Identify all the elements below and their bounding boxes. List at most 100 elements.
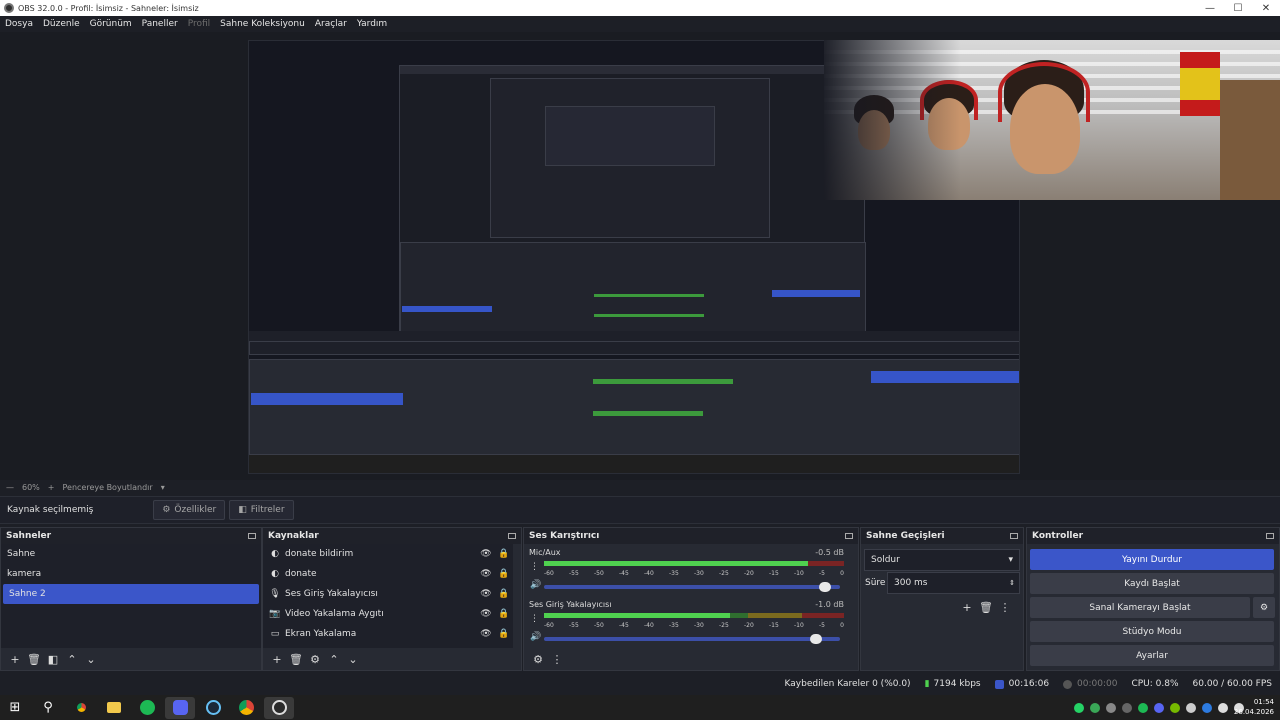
add-source-button[interactable]: + bbox=[268, 653, 286, 666]
scene-filters-icon[interactable]: ◧ bbox=[44, 653, 62, 666]
chrome-icon[interactable] bbox=[66, 697, 96, 719]
undock-icon[interactable] bbox=[1010, 533, 1018, 539]
kebab-menu-icon[interactable]: ⋮ bbox=[530, 562, 539, 572]
kebab-menu-icon[interactable]: ⋮ bbox=[996, 601, 1014, 614]
scene-item-sahne[interactable]: Sahne bbox=[1, 544, 261, 564]
menu-profile[interactable]: Profil bbox=[188, 19, 210, 29]
settings-button[interactable]: Ayarlar bbox=[1030, 645, 1274, 666]
speaker-icon[interactable]: 🔊 bbox=[530, 632, 541, 642]
minimize-button[interactable]: — bbox=[1196, 3, 1224, 14]
discord-icon[interactable] bbox=[165, 696, 195, 719]
advanced-audio-icon[interactable]: ⚙ bbox=[529, 653, 547, 666]
menu-scene-collection[interactable]: Sahne Koleksiyonu bbox=[220, 19, 305, 29]
trash-icon[interactable]: 🗑 bbox=[287, 653, 305, 666]
spotify-icon[interactable] bbox=[1138, 702, 1148, 713]
meter-ticks: -60 -55 -50 -45 -40 -35 -30 -25 -20 -15 -10 -5 0 bbox=[544, 570, 844, 578]
kebab-menu-icon[interactable]: ⋮ bbox=[530, 614, 539, 624]
steam-icon[interactable] bbox=[198, 697, 228, 719]
spotify-icon[interactable] bbox=[132, 697, 162, 719]
spin-icon[interactable]: ⇕ bbox=[1009, 579, 1015, 587]
volume-slider[interactable] bbox=[544, 634, 840, 644]
eye-icon[interactable]: 👁 bbox=[477, 589, 495, 599]
menu-edit[interactable]: Düzenle bbox=[43, 19, 80, 29]
move-up-icon[interactable]: ⌃ bbox=[325, 653, 343, 666]
volume-knob[interactable] bbox=[810, 634, 823, 644]
source-name: Ekran Yakalama bbox=[285, 629, 357, 639]
gear-icon: ⚙ bbox=[1259, 602, 1269, 613]
close-button[interactable]: ✕ bbox=[1252, 3, 1280, 14]
eye-icon[interactable]: 👁 bbox=[477, 549, 495, 559]
gear-icon[interactable]: ⚙ bbox=[306, 653, 324, 666]
eye-icon[interactable]: 👁 bbox=[477, 629, 495, 639]
obs-taskbar-icon[interactable] bbox=[264, 696, 294, 719]
volume-slider[interactable] bbox=[544, 582, 840, 592]
lock-icon[interactable]: 🔒 bbox=[495, 629, 513, 639]
nvidia-icon[interactable] bbox=[1170, 702, 1180, 713]
undock-icon[interactable] bbox=[508, 533, 516, 539]
source-item[interactable]: ◐ donate bildirim 👁 🔒 bbox=[263, 544, 513, 564]
sources-list: ◐ donate bildirim 👁 🔒 ◐ donate 👁 🔒 🎙 Ses Giriş … bbox=[263, 544, 513, 648]
source-item[interactable]: 🎙 Ses Giriş Yakalayıcısı 👁 🔒 bbox=[263, 584, 513, 604]
menu-tools[interactable]: Araçlar bbox=[315, 19, 347, 29]
controls-dock: Kontroller Yayını Durdur Kaydı Başlat Sa… bbox=[1026, 527, 1280, 671]
menu-docks[interactable]: Paneller bbox=[142, 19, 178, 29]
maximize-button[interactable]: ☐ bbox=[1224, 3, 1252, 14]
system-tray bbox=[1074, 695, 1250, 720]
taskbar-clock[interactable]: 01:54 26.04.2026 bbox=[1234, 697, 1274, 717]
zoom-out-button[interactable]: — bbox=[6, 483, 14, 492]
undock-icon[interactable] bbox=[1266, 533, 1274, 539]
tray-app-icon[interactable] bbox=[1090, 702, 1100, 713]
search-icon[interactable]: ⚲ bbox=[33, 697, 63, 719]
lock-icon[interactable]: 🔒 bbox=[495, 589, 513, 599]
menu-help[interactable]: Yardım bbox=[357, 19, 387, 29]
move-down-icon[interactable]: ⌄ bbox=[344, 653, 362, 666]
tray-app-icon[interactable] bbox=[1106, 702, 1116, 713]
transition-select[interactable]: Soldur ▾ bbox=[864, 549, 1020, 571]
obs-tray-icon[interactable] bbox=[1186, 702, 1196, 713]
filters-button[interactable]: ◧ Filtreler bbox=[229, 500, 294, 520]
duration-input[interactable]: 300 ms ⇕ bbox=[887, 572, 1020, 594]
bluetooth-icon[interactable] bbox=[1202, 702, 1212, 713]
whatsapp-icon[interactable] bbox=[1074, 702, 1084, 713]
discord-icon[interactable] bbox=[1154, 702, 1164, 713]
start-recording-button[interactable]: Kaydı Başlat bbox=[1030, 573, 1274, 594]
move-down-icon[interactable]: ⌄ bbox=[82, 653, 100, 666]
chevron-down-icon[interactable]: ▾ bbox=[161, 483, 165, 492]
kebab-menu-icon[interactable]: ⋮ bbox=[548, 653, 566, 666]
lock-icon[interactable]: 🔒 bbox=[495, 549, 513, 559]
lock-icon[interactable]: 🔒 bbox=[495, 609, 513, 619]
scene-item-sahne-2[interactable]: Sahne 2 bbox=[3, 584, 259, 604]
windows-start-icon[interactable]: ⊞ bbox=[0, 697, 30, 719]
source-item[interactable]: ▭ Ekran Yakalama 👁 🔒 bbox=[263, 624, 513, 644]
trash-icon[interactable]: 🗑 bbox=[977, 601, 995, 614]
zoom-value: 60% bbox=[22, 482, 40, 492]
menu-file[interactable]: Dosya bbox=[5, 19, 33, 29]
duration-label: Süre bbox=[865, 578, 886, 588]
move-up-icon[interactable]: ⌃ bbox=[63, 653, 81, 666]
eye-icon[interactable]: 👁 bbox=[477, 569, 495, 579]
studio-mode-button[interactable]: Stüdyo Modu bbox=[1030, 621, 1274, 642]
undock-icon[interactable] bbox=[845, 533, 853, 539]
volume-knob[interactable] bbox=[819, 582, 832, 592]
lock-icon[interactable]: 🔒 bbox=[495, 569, 513, 579]
properties-button[interactable]: ⚙ Özellikler bbox=[153, 500, 226, 520]
menu-view[interactable]: Görünüm bbox=[90, 19, 132, 29]
source-item[interactable]: ◐ donate 👁 🔒 bbox=[263, 564, 513, 584]
network-icon[interactable] bbox=[1218, 702, 1228, 713]
zoom-in-button[interactable]: + bbox=[48, 483, 55, 492]
speaker-icon[interactable]: 🔊 bbox=[530, 580, 541, 590]
tray-app-icon[interactable] bbox=[1122, 702, 1132, 713]
chrome-profile-icon[interactable] bbox=[231, 697, 261, 719]
fit-to-window-label[interactable]: Pencereye Boyutlandır bbox=[62, 483, 152, 492]
source-item[interactable]: 📷 Video Yakalama Aygıtı 👁 🔒 bbox=[263, 604, 513, 624]
virtual-camera-settings-button[interactable]: ⚙ bbox=[1253, 597, 1275, 618]
stop-stream-button[interactable]: Yayını Durdur bbox=[1030, 549, 1274, 570]
add-scene-button[interactable]: + bbox=[6, 653, 24, 666]
file-explorer-icon[interactable] bbox=[99, 697, 129, 719]
trash-icon[interactable]: 🗑 bbox=[25, 653, 43, 666]
undock-icon[interactable] bbox=[248, 533, 256, 539]
scene-item-kamera[interactable]: kamera bbox=[1, 564, 261, 584]
start-virtual-camera-button[interactable]: Sanal Kamerayı Başlat bbox=[1030, 597, 1250, 618]
add-transition-button[interactable]: + bbox=[958, 601, 976, 614]
eye-icon[interactable]: 👁 bbox=[477, 609, 495, 619]
